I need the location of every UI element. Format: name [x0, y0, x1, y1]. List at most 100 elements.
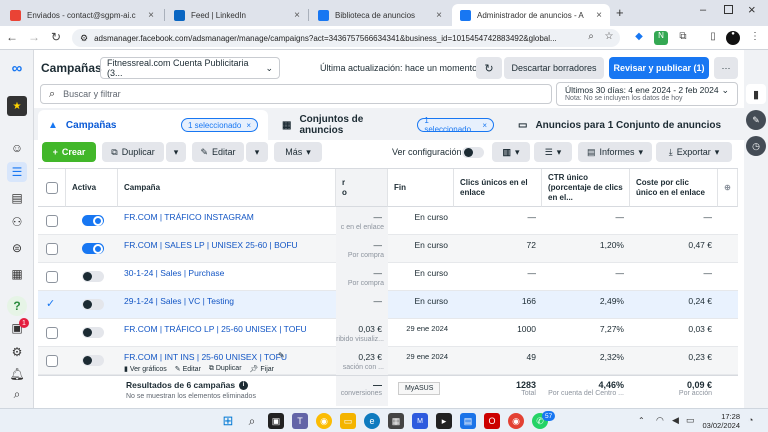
settings-gear-icon[interactable]: ⚙	[7, 342, 27, 362]
windows-start-icon[interactable]: ⊞	[220, 413, 236, 429]
duplicate-action[interactable]: ⧉ Duplicar	[209, 365, 242, 373]
tab-ads[interactable]: ▭ Anuncios para 1 Conjunto de anuncios	[508, 110, 740, 140]
row-checkbox[interactable]	[46, 243, 58, 255]
more-options-button[interactable]: ···	[714, 57, 738, 79]
discard-drafts-button[interactable]: Descartar borradores	[504, 57, 604, 79]
close-icon[interactable]: ×	[482, 121, 487, 130]
minimize-icon[interactable]: –	[700, 4, 706, 16]
info-icon[interactable]: i	[239, 380, 249, 390]
account-avatar[interactable]: ★	[7, 96, 27, 116]
account-selector[interactable]: Fitnessreal.com Cuenta Publicitaria (3..…	[100, 57, 280, 79]
refresh-button[interactable]: ↻	[476, 57, 502, 79]
close-icon[interactable]: ×	[246, 121, 251, 130]
teams-icon[interactable]: T	[292, 413, 308, 429]
tab-ad-sets[interactable]: ▦ Conjuntos de anuncios 1 seleccionado ×	[272, 110, 504, 140]
date-range-picker[interactable]: Últimos 30 días: 4 ene 2024 - 2 feb 2024…	[556, 82, 738, 106]
column-header-active[interactable]: Activa	[66, 169, 118, 207]
extension-icon[interactable]: ◆	[632, 31, 646, 45]
campaign-status-toggle[interactable]	[82, 299, 104, 310]
audiences-icon[interactable]: ⚇	[7, 212, 27, 232]
browser-tab-gmail[interactable]: Enviados - contact@sgpm-ai.c ×	[2, 4, 162, 26]
campaign-status-toggle[interactable]	[82, 271, 104, 282]
close-tab-icon[interactable]: ×	[294, 10, 300, 21]
row-checkbox[interactable]	[46, 271, 58, 283]
review-publish-button[interactable]: Revisar y publicar (1)	[609, 57, 709, 79]
view-charts-action[interactable]: ▮ Ver gráficos	[124, 365, 167, 373]
table-row[interactable]: 30-1-24 | Sales | Purchase — Por compra En …	[38, 263, 738, 291]
campaign-status-toggle[interactable]	[82, 327, 104, 338]
history-clock-icon[interactable]: ◷	[746, 136, 766, 156]
row-checkbox[interactable]	[46, 355, 58, 367]
search-filter-bar[interactable]: ⌕ Buscar y filtrar	[40, 84, 552, 104]
chrome-icon[interactable]: ◉	[316, 413, 332, 429]
column-header-unique-link-clicks[interactable]: Clics únicos en el enlace	[454, 169, 542, 207]
reload-icon[interactable]: ↻	[48, 30, 64, 44]
sidebar-icon[interactable]: ▯	[706, 31, 720, 45]
campaign-name-link[interactable]: 29-1-24 | Sales | VC | Testing	[124, 296, 234, 306]
duplicate-dropdown[interactable]: ▾	[166, 142, 186, 162]
pin-action[interactable]: 📌︎ Fijar	[250, 365, 274, 373]
notifications-bell-icon[interactable]: ◔	[748, 415, 753, 425]
edit-pencil-icon[interactable]: ✎	[746, 110, 766, 130]
extension-green-icon[interactable]: N	[654, 31, 668, 45]
campaign-name-link[interactable]: 30-1-24 | Sales | Purchase	[124, 268, 224, 278]
campaign-name-link[interactable]: FR.COM | INT INS | 25-60 UNISEX | TOFU	[124, 352, 287, 362]
docs-icon[interactable]: ▤	[460, 413, 476, 429]
smiley-icon[interactable]: ☺	[7, 138, 27, 158]
table-row[interactable]: FR.COM | INT INS | 25-60 UNISEX | TOFU 0,…	[38, 347, 738, 375]
bookmark-star-icon[interactable]: ☆	[602, 31, 616, 45]
campaign-name-link[interactable]: FR.COM | TRÁFICO LP | 25-60 UNISEX | TOF…	[124, 324, 307, 334]
add-column-icon[interactable]: ⊕	[718, 169, 738, 207]
row-checkbox[interactable]	[46, 327, 58, 339]
campaigns-table-icon[interactable]: ☰	[7, 162, 27, 182]
billing-icon[interactable]: ▦	[7, 264, 27, 284]
close-tab-icon[interactable]: ×	[596, 10, 602, 21]
duplicate-button[interactable]: ⧉ Duplicar	[102, 142, 164, 162]
volume-icon[interactable]: ◀	[672, 415, 679, 426]
extensions-puzzle-icon[interactable]: ⧉	[676, 31, 690, 45]
campaign-name-link[interactable]: FR.COM | TRÁFICO INSTAGRAM	[124, 212, 254, 222]
campaign-status-toggle[interactable]	[82, 243, 104, 254]
close-tab-icon[interactable]: ×	[148, 10, 154, 21]
chrome-profile-icon[interactable]: ◉	[508, 413, 524, 429]
tab-campaigns[interactable]: ▲ Campañas 1 seleccionado ×	[38, 110, 268, 140]
table-row[interactable]: ✓ 29-1-24 | Sales | VC | Testing — En curso…	[38, 291, 738, 319]
columns-button[interactable]: ▥ ▾	[492, 142, 530, 162]
help-icon[interactable]: ?	[7, 296, 27, 316]
back-icon[interactable]: ←	[4, 30, 20, 44]
profile-avatar[interactable]: ●	[726, 31, 740, 45]
row-checkbox[interactable]: ✓	[46, 299, 58, 311]
create-button[interactable]: + Crear	[42, 142, 96, 162]
close-window-icon[interactable]: ×	[748, 2, 756, 17]
browser-tab-ads-manager[interactable]: Administrador de anuncios - A ×	[452, 4, 610, 26]
campaign-status-toggle[interactable]	[82, 215, 104, 226]
campaigns-selection-pill[interactable]: 1 seleccionado ×	[180, 118, 258, 132]
edit-button[interactable]: ✎ Editar	[192, 142, 244, 162]
browser-tab-linkedin[interactable]: Feed | LinkedIn ×	[166, 4, 308, 26]
terminal-icon[interactable]: ▸	[436, 413, 452, 429]
maximize-icon[interactable]	[724, 5, 733, 14]
catalog-icon[interactable]: ⊜	[7, 238, 27, 258]
battery-icon[interactable]: ▭	[686, 415, 695, 426]
close-tab-icon[interactable]: ×	[436, 10, 442, 21]
column-header-unique-ctr[interactable]: CTR único (porcentaje de clics en el...	[542, 169, 630, 207]
zoom-icon[interactable]: ⌕	[584, 31, 598, 45]
new-tab-icon[interactable]: +	[616, 5, 624, 20]
column-header-end[interactable]: Fin	[388, 169, 454, 207]
browser-menu-icon[interactable]: ⋮	[748, 31, 762, 45]
select-all-checkbox[interactable]	[45, 181, 58, 194]
meta-logo-icon[interactable]: ∞	[7, 58, 27, 78]
campaign-name-link[interactable]: FR.COM | SALES LP | UNISEX 25-60 | BOFU	[124, 240, 298, 250]
more-actions-button[interactable]: Más ▾	[274, 142, 322, 162]
chart-icon[interactable]: ▮	[746, 84, 766, 104]
url-bar[interactable]: ⚙ adsmanager.facebook.com/adsmanager/man…	[72, 29, 620, 47]
column-header-cost-per-click[interactable]: Coste por clic único en el enlace	[630, 169, 718, 207]
row-checkbox[interactable]	[46, 215, 58, 227]
myasus-icon[interactable]: M	[412, 413, 428, 429]
browser-tab-ad-library[interactable]: Biblioteca de anuncios ×	[310, 4, 450, 26]
clock[interactable]: 17:28 03/02/2024	[700, 412, 740, 430]
task-view-icon[interactable]: ▣	[268, 413, 284, 429]
wifi-icon[interactable]: ◠	[656, 415, 664, 426]
edit-dropdown[interactable]: ▾	[246, 142, 268, 162]
pages-icon[interactable]: ▤	[7, 188, 27, 208]
